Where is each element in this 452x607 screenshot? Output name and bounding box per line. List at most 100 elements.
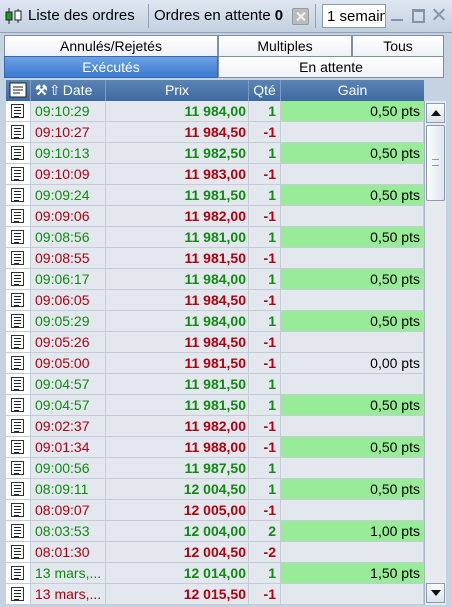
column-header-details[interactable] — [6, 80, 31, 101]
order-details-cell[interactable] — [6, 164, 31, 184]
order-details-cell[interactable] — [6, 248, 31, 268]
order-details-icon[interactable] — [11, 461, 24, 475]
table-row[interactable]: 09:05:26 11 984,50 -1 — [6, 332, 424, 353]
order-gain: 1,00 pts — [281, 521, 424, 541]
order-details-icon[interactable] — [11, 503, 24, 517]
order-quantity: -1 — [249, 353, 281, 373]
order-details-icon[interactable] — [11, 545, 24, 559]
table-row[interactable]: 09:02:37 11 982,00 -1 — [6, 416, 424, 437]
order-details-cell[interactable] — [6, 122, 31, 142]
order-details-cell[interactable] — [6, 143, 31, 163]
column-header-qte[interactable]: Qté — [249, 80, 281, 101]
table-row[interactable]: 09:00:56 11 987,50 1 — [6, 458, 424, 479]
order-quantity: 1 — [249, 143, 281, 163]
order-details-icon[interactable] — [11, 230, 24, 244]
scroll-thumb[interactable] — [426, 125, 445, 201]
order-details-icon[interactable] — [11, 335, 24, 349]
table-row[interactable]: 08:09:11 12 004,50 1 0,50 pts — [6, 479, 424, 500]
table-row[interactable]: 09:04:57 11 981,50 1 — [6, 374, 424, 395]
order-date: 09:10:27 — [31, 122, 106, 142]
tab-tous[interactable]: Tous — [352, 35, 444, 57]
order-date: 09:02:37 — [31, 416, 106, 436]
table-row[interactable]: 09:10:09 11 983,00 -1 — [6, 164, 424, 185]
table-row[interactable]: 09:06:17 11 984,00 1 0,50 pts — [6, 269, 424, 290]
order-details-cell[interactable] — [6, 395, 31, 415]
order-details-icon[interactable] — [11, 251, 24, 265]
order-date: 09:08:55 — [31, 248, 106, 268]
order-details-icon[interactable] — [11, 146, 24, 160]
order-details-cell[interactable] — [6, 479, 31, 499]
table-row[interactable]: 09:10:29 11 984,00 1 0,50 pts — [6, 101, 424, 122]
order-details-cell[interactable] — [6, 101, 31, 121]
order-details-icon[interactable] — [11, 314, 24, 328]
order-details-icon[interactable] — [11, 377, 24, 391]
table-row[interactable]: 09:08:56 11 981,00 1 0,50 pts — [6, 227, 424, 248]
order-details-cell[interactable] — [6, 542, 31, 562]
order-details-cell[interactable] — [6, 521, 31, 541]
order-details-cell[interactable] — [6, 584, 31, 604]
table-row[interactable]: 08:01:30 12 004,50 -2 — [6, 542, 424, 563]
order-details-icon[interactable] — [11, 272, 24, 286]
order-date: 08:03:53 — [31, 521, 106, 541]
table-row[interactable]: 09:05:00 11 981,50 -1 0,00 pts — [6, 353, 424, 374]
order-details-cell[interactable] — [6, 185, 31, 205]
order-details-cell[interactable] — [6, 500, 31, 520]
order-details-cell[interactable] — [6, 458, 31, 478]
table-row[interactable]: 09:04:57 11 981,50 1 0,50 pts — [6, 395, 424, 416]
order-details-icon[interactable] — [11, 209, 24, 223]
order-price: 11 981,50 — [106, 374, 249, 394]
scroll-down-icon[interactable] — [426, 583, 445, 603]
order-details-cell[interactable] — [6, 437, 31, 457]
order-details-icon[interactable] — [11, 566, 24, 580]
order-details-icon[interactable] — [11, 524, 24, 538]
maximize-icon[interactable] — [410, 6, 426, 24]
order-details-icon[interactable] — [11, 167, 24, 181]
column-header-gain[interactable]: Gain — [281, 80, 424, 101]
close-icon[interactable] — [431, 6, 447, 24]
cancel-pending-icon[interactable] — [292, 8, 309, 25]
table-row[interactable]: 09:08:55 11 981,50 -1 — [6, 248, 424, 269]
scroll-up-icon[interactable] — [426, 103, 445, 123]
column-header-date[interactable]: ⚒ ⇧ Date — [31, 80, 106, 101]
table-row[interactable]: 09:09:06 11 982,00 -1 — [6, 206, 424, 227]
tab-annules-rejetes[interactable]: Annulés/Rejetés — [4, 35, 218, 57]
table-row[interactable]: 09:09:24 11 981,50 1 0,50 pts — [6, 185, 424, 206]
order-details-icon[interactable] — [11, 482, 24, 496]
order-details-cell[interactable] — [6, 227, 31, 247]
minimize-icon[interactable] — [389, 6, 405, 24]
order-details-icon[interactable] — [11, 125, 24, 139]
order-details-cell[interactable] — [6, 563, 31, 583]
order-details-cell[interactable] — [6, 206, 31, 226]
order-details-icon[interactable] — [11, 419, 24, 433]
order-details-cell[interactable] — [6, 290, 31, 310]
tab-multiples[interactable]: Multiples — [218, 35, 352, 57]
order-details-cell[interactable] — [6, 374, 31, 394]
order-details-icon[interactable] — [11, 587, 24, 601]
table-row[interactable]: 13 mars,... 12 015,50 -1 — [6, 584, 424, 605]
table-row[interactable]: 09:06:05 11 984,50 -1 — [6, 290, 424, 311]
table-row[interactable]: 09:05:29 11 984,00 1 0,50 pts — [6, 311, 424, 332]
table-row[interactable]: 13 mars,... 12 014,00 1 1,50 pts — [6, 563, 424, 584]
table-row[interactable]: 09:10:13 11 982,50 1 0,50 pts — [6, 143, 424, 164]
order-details-icon[interactable] — [11, 398, 24, 412]
vertical-scrollbar[interactable] — [424, 101, 446, 605]
period-select[interactable]: 1 semaine — [322, 4, 386, 28]
table-row[interactable]: 08:03:53 12 004,00 2 1,00 pts — [6, 521, 424, 542]
table-row[interactable]: 08:09:07 12 005,00 -1 — [6, 500, 424, 521]
order-details-cell[interactable] — [6, 416, 31, 436]
column-header-prix[interactable]: Prix — [106, 80, 249, 101]
table-row[interactable]: 09:01:34 11 988,00 -1 0,50 pts — [6, 437, 424, 458]
order-details-icon[interactable] — [11, 293, 24, 307]
tab-en-attente[interactable]: En attente — [218, 56, 444, 78]
order-details-cell[interactable] — [6, 269, 31, 289]
order-details-icon[interactable] — [11, 188, 24, 202]
order-details-icon[interactable] — [11, 440, 24, 454]
table-row[interactable]: 09:10:27 11 984,50 -1 — [6, 122, 424, 143]
order-details-icon[interactable] — [11, 104, 24, 118]
order-details-cell[interactable] — [6, 311, 31, 331]
order-gain: 0,50 pts — [281, 437, 424, 457]
order-details-cell[interactable] — [6, 332, 31, 352]
order-details-icon[interactable] — [11, 356, 24, 370]
order-details-cell[interactable] — [6, 353, 31, 373]
tab-executes[interactable]: Exécutés — [4, 56, 218, 78]
